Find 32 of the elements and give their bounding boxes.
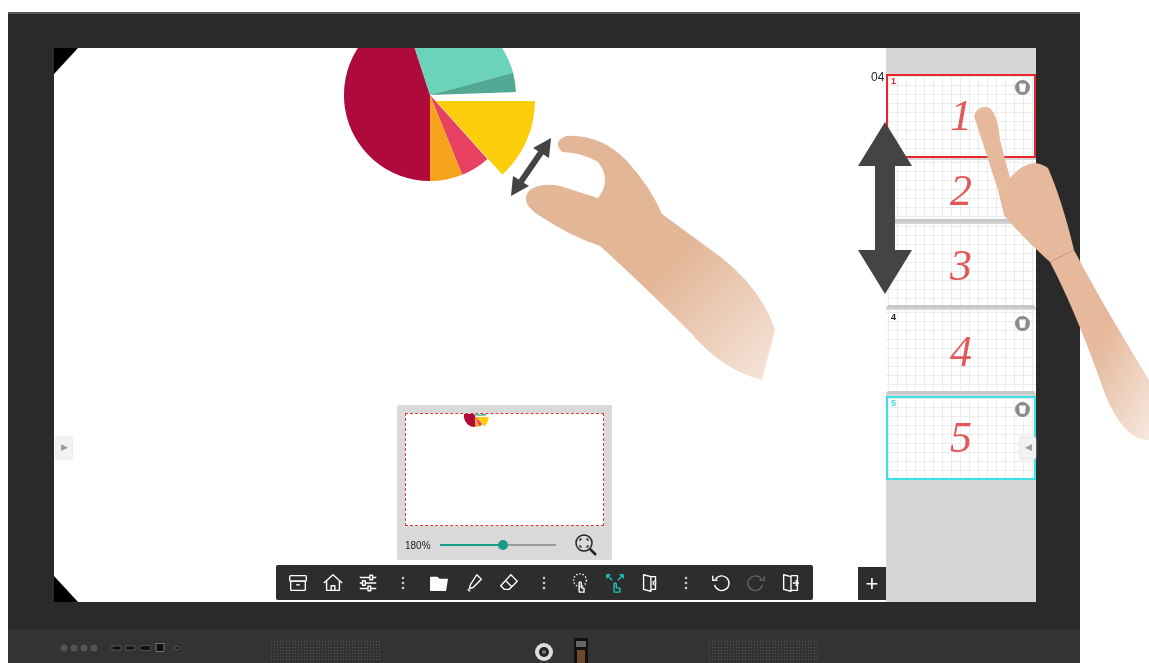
handwritten-digit: 3 — [950, 243, 972, 288]
pie-chart-drawing — [463, 414, 489, 427]
vertical-arrow-icon — [858, 122, 912, 294]
side-panel-handle[interactable]: ▶ — [56, 437, 72, 459]
handwritten-digit: 4 — [950, 329, 972, 374]
handwritten-digit: 2 — [950, 168, 972, 213]
resize-arrow-icon — [511, 138, 551, 196]
pinch-zoom-icon[interactable] — [604, 571, 626, 594]
side-panel-handle[interactable]: ◀ — [1020, 437, 1036, 459]
corner-mark — [54, 48, 78, 74]
home-icon[interactable] — [321, 571, 344, 594]
zoom-fit-icon[interactable] — [574, 533, 598, 557]
camera-icon — [534, 642, 554, 662]
page-number: 1 — [891, 77, 896, 86]
page-counter: 04 — [871, 69, 885, 86]
dots-icon — [401, 575, 406, 590]
handwritten-digit: 5 — [950, 416, 972, 460]
page-number: 5 — [891, 399, 896, 408]
delete-icon[interactable] — [1015, 316, 1030, 331]
add-page-button[interactable]: + — [858, 567, 886, 600]
switch-icon — [574, 638, 588, 663]
page-thumbnail[interactable]: 4 4 — [886, 310, 1036, 394]
corner-mark — [54, 576, 78, 602]
handwritten-digit: 1 — [950, 94, 972, 138]
dots-icon — [683, 575, 688, 590]
slider-thumb[interactable] — [497, 540, 508, 550]
delete-icon[interactable] — [1015, 80, 1030, 95]
page-number: 4 — [891, 313, 896, 322]
page-thumbnail[interactable]: 3 — [886, 224, 1036, 308]
zoom-percentage: 180% — [405, 538, 432, 553]
delete-icon[interactable] — [1015, 402, 1030, 417]
dots-icon — [542, 575, 547, 590]
